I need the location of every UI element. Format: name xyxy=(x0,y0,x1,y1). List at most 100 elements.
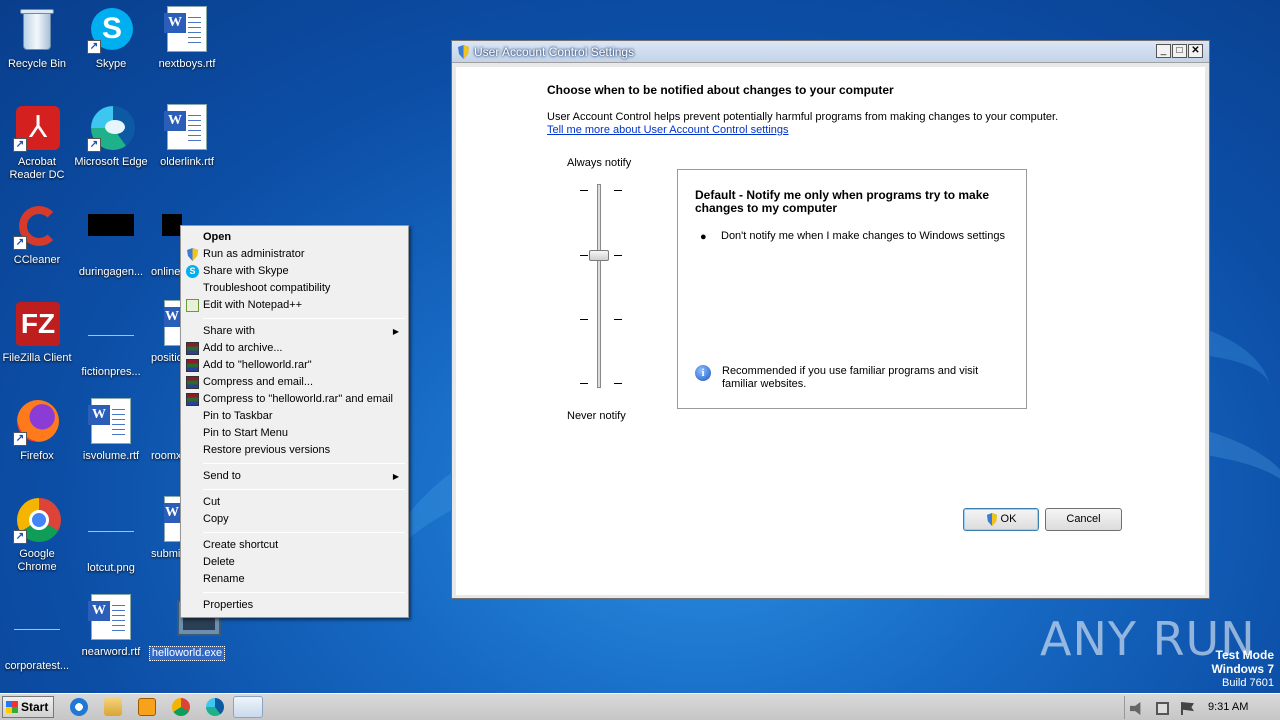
menu-item-label: Add to "helloworld.rar" xyxy=(203,359,312,371)
action-center-flag-icon[interactable] xyxy=(1181,702,1194,715)
menu-item-pin-to-start-menu[interactable]: Pin to Start Menu xyxy=(183,425,406,442)
menu-item-label: Share with xyxy=(203,325,255,337)
level-bullet-text: Don't notify me when I make changes to W… xyxy=(721,230,1005,242)
file-explorer-icon[interactable] xyxy=(104,698,122,716)
filezilla-icon: FZ xyxy=(13,300,61,348)
black-file-icon xyxy=(162,214,182,262)
desktop-icon-chrome[interactable]: ↗ Google Chrome xyxy=(0,496,74,574)
desktop-icon-label: Microsoft Edge xyxy=(74,156,148,168)
desktop-icon-label: Skype xyxy=(95,58,127,70)
menu-item-share-with-skype[interactable]: S Share with Skype xyxy=(183,263,406,280)
taskbar: Start 9:31 AM xyxy=(0,693,1280,720)
notification-level-slider-thumb[interactable] xyxy=(589,250,609,261)
desktop-icon-firefox[interactable]: ↗ Firefox xyxy=(0,398,74,463)
menu-item-label: Run as administrator xyxy=(203,248,305,260)
window-title: User Account Control Settings xyxy=(474,45,635,59)
level-title: Default - Notify me only when programs t… xyxy=(695,188,990,215)
menu-item-label: Copy xyxy=(203,513,229,525)
desktop-icon-filezilla[interactable]: FZ FileZilla Client xyxy=(0,300,74,365)
minimize-button[interactable]: _ xyxy=(1156,44,1171,58)
desktop-icon-fictionpres[interactable]: fictionpres... xyxy=(74,300,148,379)
slider-bottom-label: Never notify xyxy=(567,410,626,422)
media-player-icon[interactable] xyxy=(138,698,156,716)
desktop-icon-label: roomx xyxy=(151,450,182,462)
menu-item-run-as-administrator[interactable]: Run as administrator xyxy=(183,246,406,263)
desktop-icon-ccleaner[interactable]: ↗ CCleaner xyxy=(0,202,74,267)
menu-item-delete[interactable]: Delete xyxy=(183,554,406,571)
desktop-icon-corporatest[interactable]: corporatest... xyxy=(0,594,74,673)
menu-item-properties[interactable]: Properties xyxy=(183,597,406,614)
start-button[interactable]: Start xyxy=(2,696,54,718)
desktop-icon-submi[interactable]: W submi xyxy=(148,496,182,561)
menu-separator xyxy=(203,592,405,593)
desktop-icon-nearword[interactable]: W nearword.rtf xyxy=(74,594,148,659)
desktop-icon-lotcut[interactable]: lotcut.png xyxy=(74,496,148,575)
desktop-icon-label: fictionpres... xyxy=(81,366,141,378)
submenu-arrow-icon: ▶ xyxy=(392,472,399,481)
menu-item-add-to-helloworld-rar[interactable]: Add to "helloworld.rar" xyxy=(183,357,406,374)
menu-item-compress-and-email[interactable]: Compress and email... xyxy=(183,374,406,391)
learn-more-link[interactable]: Tell me more about User Account Control … xyxy=(547,124,789,136)
desktop-icon-isvolume[interactable]: W isvolume.rtf xyxy=(74,398,148,463)
maximize-button[interactable]: □ xyxy=(1172,44,1187,58)
speaker-icon[interactable] xyxy=(1130,702,1141,715)
slider-top-label: Always notify xyxy=(567,157,632,169)
cancel-button[interactable]: Cancel xyxy=(1045,508,1122,531)
desktop-icon-online[interactable]: online xyxy=(148,202,182,279)
menu-item-label: Edit with Notepad++ xyxy=(203,299,303,311)
winrar-icon xyxy=(186,342,199,355)
menu-item-rename[interactable]: Rename xyxy=(183,571,406,588)
slider-tick xyxy=(580,190,588,191)
active-window-icon[interactable] xyxy=(233,696,263,718)
ccleaner-icon: ↗ xyxy=(13,202,61,250)
desktop-icon-label: Acrobat Reader DC xyxy=(9,156,65,181)
menu-item-open[interactable]: Open xyxy=(183,229,406,246)
desktop-icon-edge[interactable]: ↗ Microsoft Edge xyxy=(74,104,148,169)
desktop-icon-positio[interactable]: W positio xyxy=(148,300,182,365)
desktop-icon-nextboys[interactable]: W nextboys.rtf xyxy=(150,6,224,71)
taskbar-clock[interactable]: 9:31 AM xyxy=(1208,701,1248,713)
internet-explorer-icon[interactable] xyxy=(70,698,88,716)
black-file-icon xyxy=(87,214,135,262)
menu-item-label: Cut xyxy=(203,496,221,508)
info-icon: i xyxy=(695,365,711,381)
desktop-icon-olderlink[interactable]: W olderlink.rtf xyxy=(150,104,224,169)
desktop-icon-label: Recycle Bin xyxy=(7,58,67,70)
desktop-icon-label: FileZilla Client xyxy=(2,352,72,364)
slider-tick xyxy=(614,255,622,256)
close-button[interactable]: ✕ xyxy=(1188,44,1203,58)
menu-item-cut[interactable]: Cut xyxy=(183,494,406,511)
menu-item-add-to-archive[interactable]: Add to archive... xyxy=(183,340,406,357)
window-content: Choose when to be notified about changes… xyxy=(456,67,1205,595)
menu-item-compress-to-rar-and-email[interactable]: Compress to "helloworld.rar" and email xyxy=(183,391,406,408)
ok-button[interactable]: OK xyxy=(963,508,1039,531)
menu-item-label: Troubleshoot compatibility xyxy=(203,282,331,294)
menu-item-pin-to-taskbar[interactable]: Pin to Taskbar xyxy=(183,408,406,425)
desktop-icon-skype[interactable]: S ↗ Skype xyxy=(74,6,148,71)
edge-icon[interactable] xyxy=(206,698,224,716)
menu-item-share-with[interactable]: Share with ▶ xyxy=(183,323,406,340)
os-label: Windows 7 xyxy=(1211,662,1274,676)
menu-item-send-to[interactable]: Send to ▶ xyxy=(183,468,406,485)
edge-icon: ↗ xyxy=(87,104,135,152)
desktop-icon-acrobat[interactable]: ⅄ ↗ Acrobat Reader DC xyxy=(0,104,74,182)
slider-tick xyxy=(580,255,588,256)
uac-shield-icon xyxy=(458,45,469,59)
desktop-icon-label: CCleaner xyxy=(13,254,61,266)
menu-item-troubleshoot-compatibility[interactable]: Troubleshoot compatibility xyxy=(183,280,406,297)
skype-icon: S ↗ xyxy=(87,6,135,54)
menu-item-copy[interactable]: Copy xyxy=(183,511,406,528)
desktop-icon-duringagen[interactable]: duringagen... xyxy=(74,202,148,279)
network-icon[interactable] xyxy=(1156,702,1169,715)
desktop-icon-roomx[interactable]: roomx xyxy=(148,398,182,463)
desktop-icon-recycle-bin[interactable]: Recycle Bin xyxy=(0,6,74,71)
menu-item-restore-previous-versions[interactable]: Restore previous versions xyxy=(183,442,406,459)
desktop-icon-label: lotcut.png xyxy=(87,562,135,574)
menu-item-create-shortcut[interactable]: Create shortcut xyxy=(183,537,406,554)
skype-icon: S xyxy=(186,265,199,278)
menu-item-edit-with-notepad[interactable]: Edit with Notepad++ xyxy=(183,297,406,314)
chrome-icon[interactable] xyxy=(172,698,190,716)
menu-item-label: Pin to Taskbar xyxy=(203,410,273,422)
window-titlebar[interactable]: User Account Control Settings _ □ ✕ xyxy=(452,41,1209,63)
notification-level-slider-track[interactable] xyxy=(597,184,601,388)
